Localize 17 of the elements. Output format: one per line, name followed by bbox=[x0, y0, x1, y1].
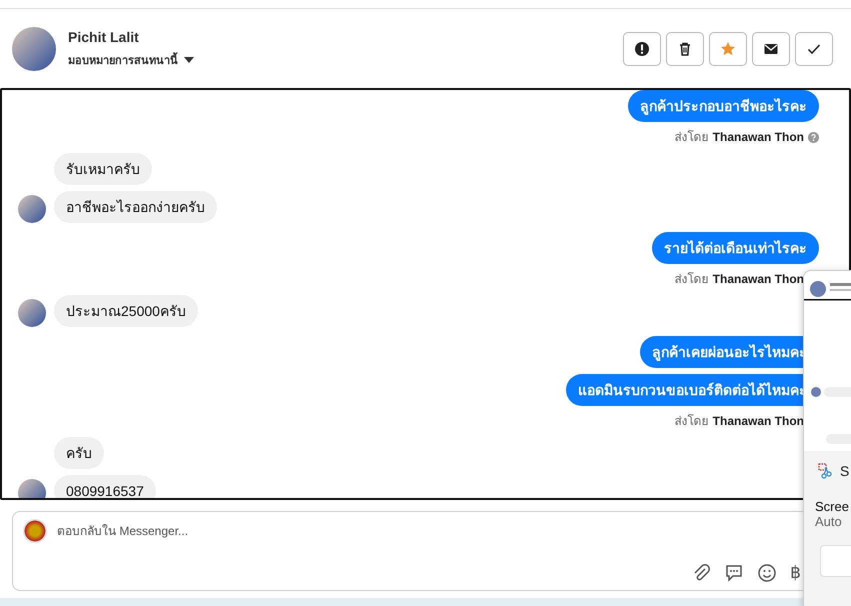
notification-subtitle: Auto bbox=[815, 514, 843, 529]
contact-name: Pichit Lalit bbox=[68, 28, 140, 44]
message-bubble: รายได้ต่อเดือนเท่าไรคะ bbox=[652, 232, 819, 264]
sender-name: Thanawan Thon bbox=[712, 414, 804, 428]
app-name: S bbox=[840, 463, 850, 479]
message-bubble: 0809916537 bbox=[54, 475, 156, 498]
sent-by-label: ส่งโดย bbox=[674, 272, 709, 286]
notification-title: Scree bbox=[815, 499, 850, 514]
message-bubble: ประมาณ25000ครับ bbox=[54, 295, 198, 327]
sent-by-label: ส่งโดย bbox=[674, 414, 709, 428]
sent-by-label: ส่งโดย bbox=[674, 130, 709, 144]
message-bubble: ลูกค้าประกอบอาชีพอะไรคะ bbox=[628, 90, 819, 122]
sender-name: Thanawan Thon bbox=[712, 272, 804, 286]
sender-name: Thanawan Thon bbox=[712, 130, 804, 144]
message-bubble: ครับ bbox=[54, 437, 104, 469]
message-bubble: รับเหมาครับ bbox=[54, 153, 152, 185]
message-bubble: อาชีพอะไรออกง่ายครับ bbox=[54, 191, 217, 223]
